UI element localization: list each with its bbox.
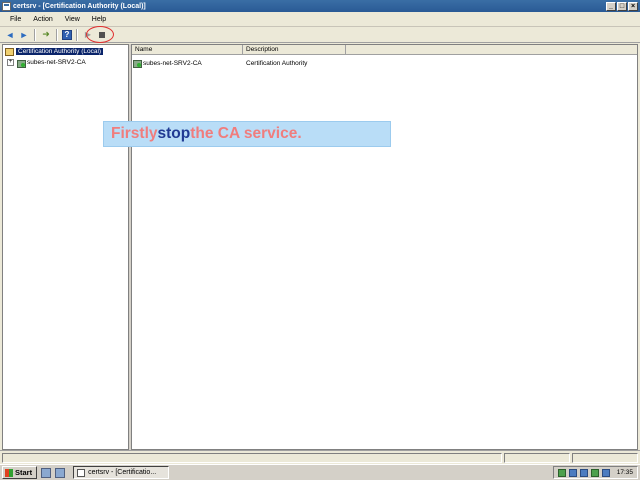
back-arrow-icon[interactable]: ◄ <box>4 29 16 41</box>
callout-text-part2: stop <box>157 125 191 142</box>
toolbar-separator <box>34 28 36 41</box>
list-item-description: Certification Authority <box>246 59 308 67</box>
tree-item-label: Certification Authority (Local) <box>16 48 104 55</box>
tray-volume-icon[interactable] <box>601 468 610 477</box>
quicklaunch-desktop-icon[interactable] <box>55 467 66 478</box>
callout-text-part1: Firstly <box>111 125 158 142</box>
clock[interactable]: 17:35 <box>617 469 633 476</box>
console-icon <box>2 1 11 11</box>
title-bar[interactable]: certsrv - [Certification Authority (Loca… <box>0 0 640 12</box>
column-header-description[interactable]: Description <box>243 45 346 55</box>
tree-item-subes-net-srv2-ca[interactable]: + subes-net-SRV2-CA <box>7 57 86 68</box>
expand-icon[interactable]: + <box>7 59 14 66</box>
ca-server-icon <box>133 59 142 68</box>
forward-arrow-icon[interactable]: ► <box>18 29 30 41</box>
menu-view[interactable]: View <box>59 16 86 23</box>
taskbar-item-certsrv[interactable]: certsrv - [Certificatio... <box>73 466 170 479</box>
tray-monitor-icon[interactable] <box>568 468 577 477</box>
console-tree: Certification Authority (Local) + subes-… <box>2 44 129 450</box>
status-segment-2 <box>504 453 570 463</box>
export-list-icon[interactable]: ➜ <box>40 29 52 41</box>
taskbar: Start certsrv - [Certificatio... 17:35 <box>0 464 640 480</box>
toolbar-separator <box>76 28 78 41</box>
tray-network-icon[interactable] <box>557 468 566 477</box>
list-item-name: subes-net-SRV2-CA <box>143 59 202 67</box>
callout-text-part3: the CA service. <box>190 125 302 142</box>
windows-flag-icon <box>5 468 13 477</box>
menu-bar: File Action View Help <box>0 12 640 27</box>
status-segment-3 <box>572 453 638 463</box>
window-title: certsrv - [Certification Authority (Loca… <box>13 2 146 10</box>
taskbar-item-label: certsrv - [Certificatio... <box>88 469 157 476</box>
console-icon <box>77 468 86 477</box>
close-button[interactable]: × <box>628 1 638 11</box>
column-header-filler <box>346 45 637 55</box>
quicklaunch-server-manager-icon[interactable] <box>41 467 52 478</box>
tray-security-icon[interactable] <box>590 468 599 477</box>
list-item[interactable]: subes-net-SRV2-CA Certification Authorit… <box>133 58 446 68</box>
menu-file[interactable]: File <box>4 16 27 23</box>
ca-folder-icon <box>5 47 14 56</box>
ca-server-icon <box>17 59 26 68</box>
tree-item-ca-local[interactable]: Certification Authority (Local) <box>5 46 104 57</box>
start-label: Start <box>15 468 33 477</box>
minimize-button[interactable]: _ <box>606 1 616 11</box>
system-tray: 17:35 <box>552 466 638 479</box>
mmc-window: certsrv - [Certification Authority (Loca… <box>0 0 640 464</box>
tree-item-label: subes-net-SRV2-CA <box>27 59 86 66</box>
help-icon[interactable]: ? <box>62 29 72 40</box>
tray-display-icon[interactable] <box>579 468 588 477</box>
instruction-callout: Firstly stop the CA service. <box>103 121 391 147</box>
menu-action[interactable]: Action <box>27 16 58 23</box>
start-button[interactable]: Start <box>2 466 38 479</box>
window-controls: _ □ × <box>606 1 638 11</box>
toolbar-separator <box>56 28 58 41</box>
list-header: Name Description <box>132 45 637 55</box>
status-segment-main <box>2 453 502 463</box>
restore-button[interactable]: □ <box>617 1 627 11</box>
results-pane: Name Description subes-net-SRV2-CA Certi… <box>131 44 638 450</box>
menu-help[interactable]: Help <box>86 16 112 23</box>
list-cell-name: subes-net-SRV2-CA <box>133 59 246 68</box>
stop-button-highlight-ring <box>86 26 114 43</box>
status-bar <box>0 450 640 464</box>
column-header-name[interactable]: Name <box>132 45 243 55</box>
